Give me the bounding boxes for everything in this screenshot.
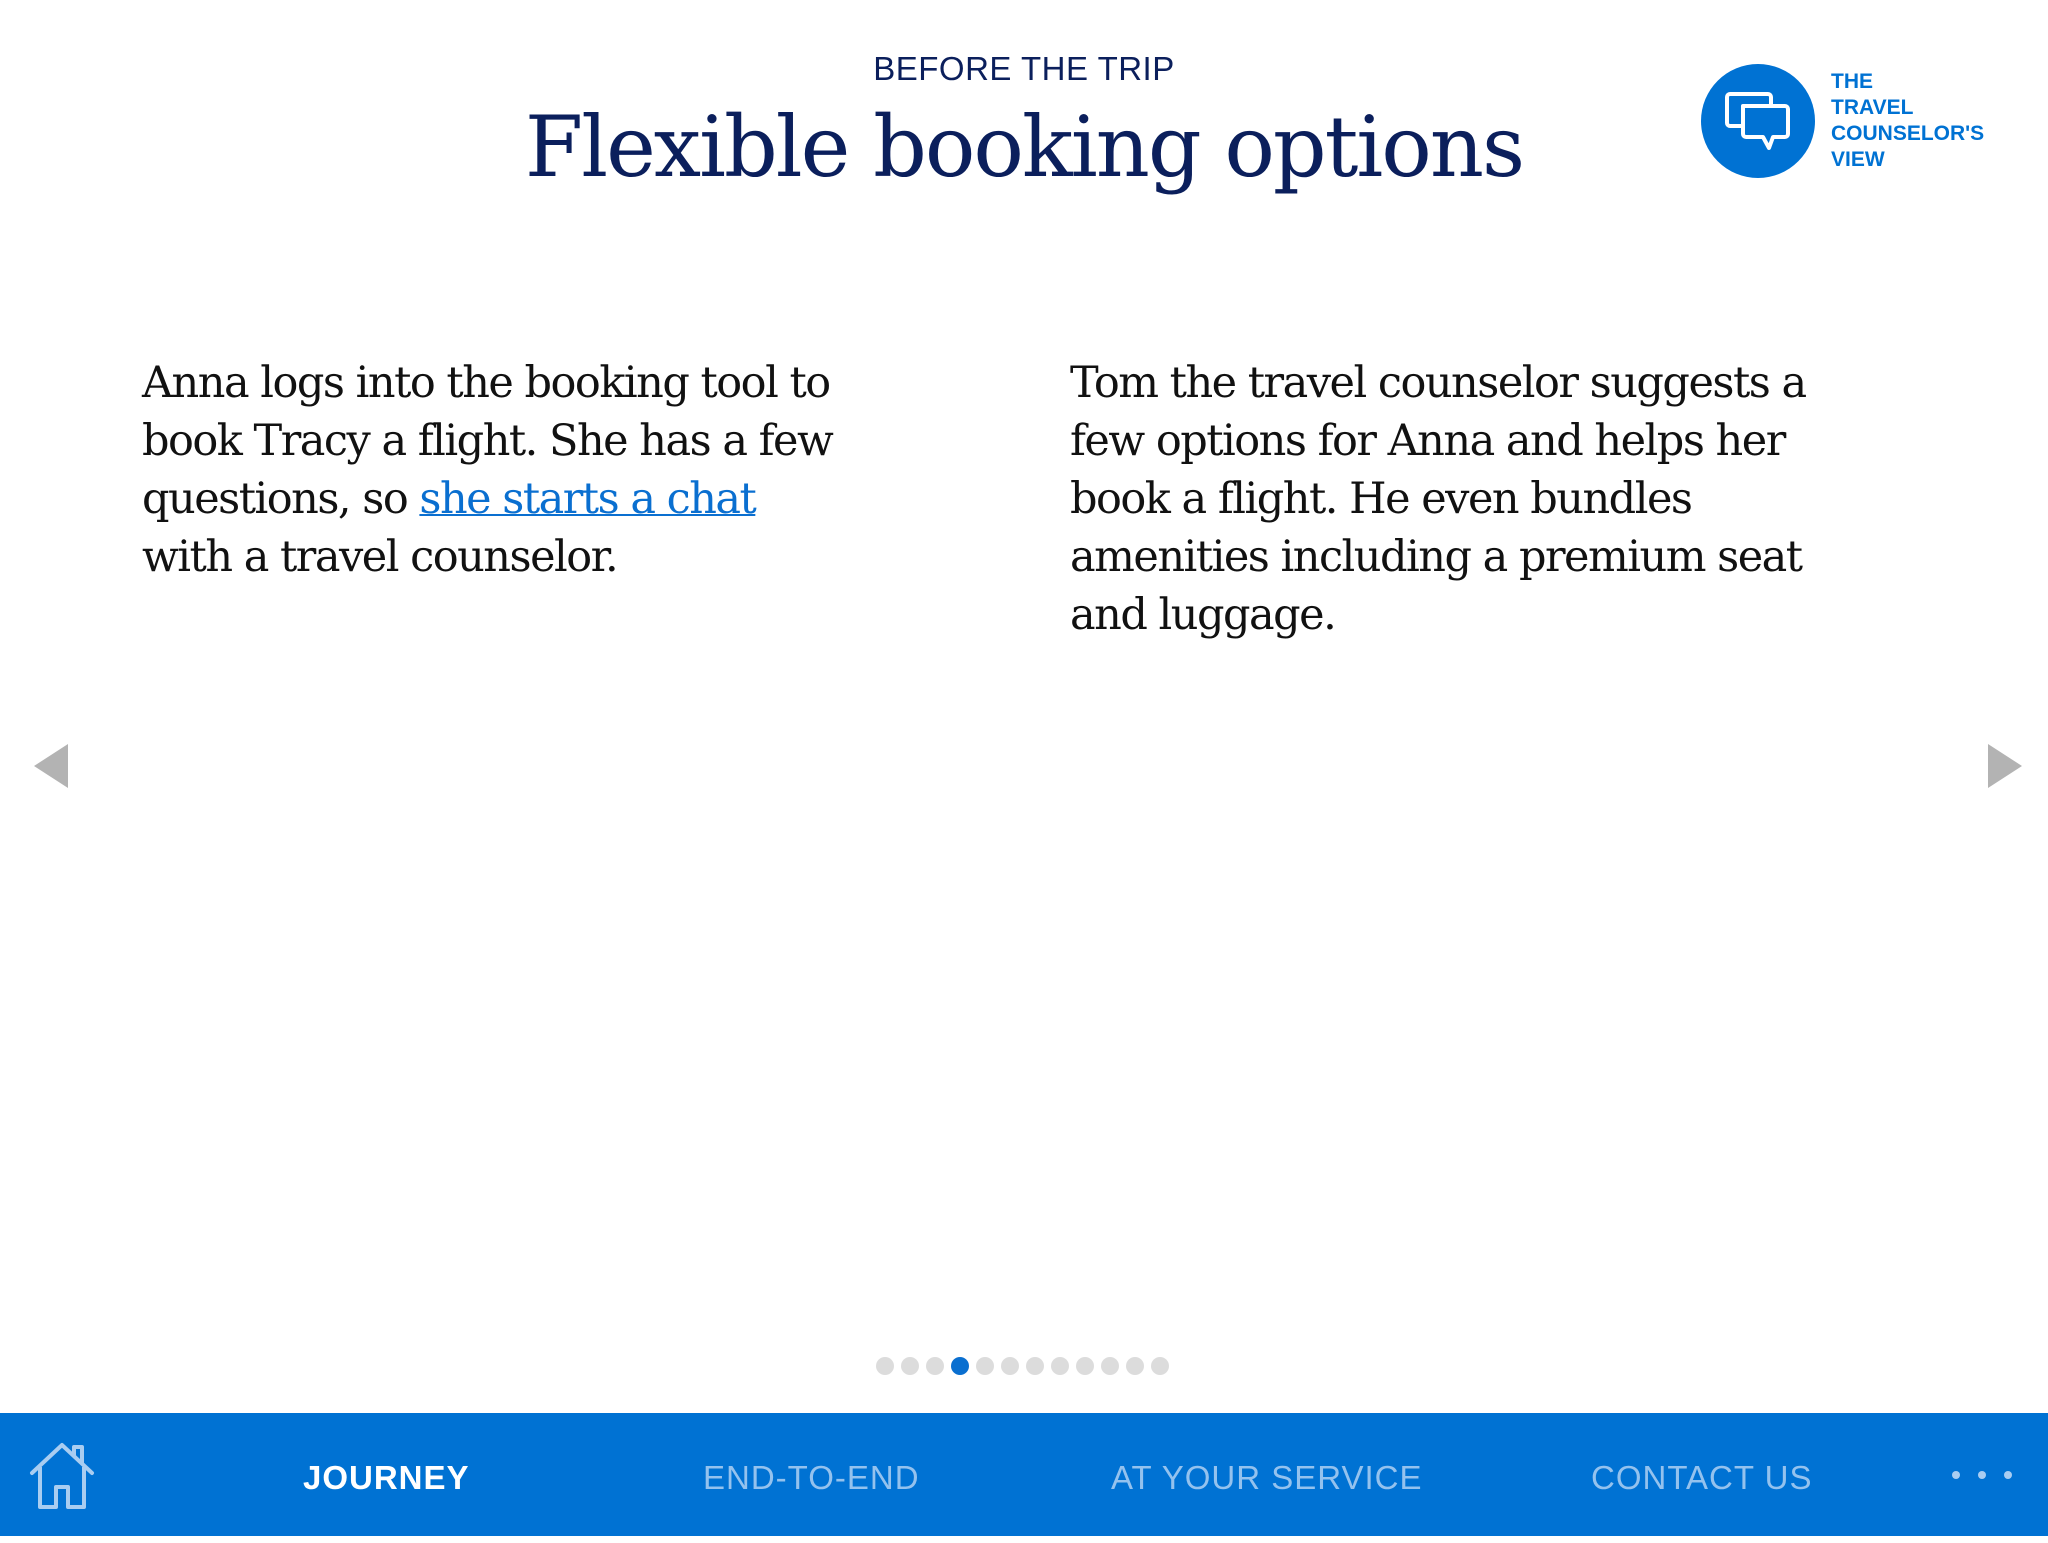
nav-journey[interactable]: JOURNEY <box>303 1413 470 1536</box>
home-icon[interactable] <box>26 1437 98 1513</box>
nav-contact-us[interactable]: CONTACT US <box>1591 1413 1812 1536</box>
badge-label: THE TRAVEL COUNSELOR'S VIEW <box>1831 69 2001 173</box>
slide-pager <box>876 1357 1169 1375</box>
next-slide-arrow-icon[interactable] <box>1988 744 2022 788</box>
badge-line: THE <box>1831 70 1873 93</box>
pager-dot[interactable] <box>976 1357 994 1375</box>
pager-dot[interactable] <box>901 1357 919 1375</box>
badge-line: TRAVEL <box>1831 96 1914 119</box>
badge-line: COUNSELOR'S <box>1831 122 1985 145</box>
pager-dot[interactable] <box>1076 1357 1094 1375</box>
pager-dot[interactable] <box>1151 1357 1169 1375</box>
tom-story-text: Tom the travel counselor suggests a few … <box>1070 358 1807 640</box>
pager-dot[interactable] <box>926 1357 944 1375</box>
chat-bubbles-icon <box>1701 64 1815 178</box>
pager-dot[interactable] <box>876 1357 894 1375</box>
bottom-navbar: JOURNEY END-TO-END AT YOUR SERVICE CONTA… <box>0 1413 2048 1536</box>
pager-dot[interactable] <box>1026 1357 1044 1375</box>
pager-dot[interactable] <box>951 1357 969 1375</box>
travel-counselor-view-button[interactable]: THE TRAVEL COUNSELOR'S VIEW <box>1701 64 2001 178</box>
anna-text-end: with a travel counselor. <box>142 532 619 582</box>
anna-story-text: Anna logs into the booking tool to book … <box>142 354 852 586</box>
badge-line: VIEW <box>1831 148 1885 171</box>
nav-at-your-service[interactable]: AT YOUR SERVICE <box>1111 1413 1422 1536</box>
pager-dot[interactable] <box>1126 1357 1144 1375</box>
pager-dot[interactable] <box>1051 1357 1069 1375</box>
more-dots-icon[interactable] <box>1952 1471 2012 1483</box>
nav-end-to-end[interactable]: END-TO-END <box>703 1413 920 1536</box>
pager-dot[interactable] <box>1101 1357 1119 1375</box>
start-chat-link[interactable]: she starts a chat <box>419 474 756 524</box>
pager-dot[interactable] <box>1001 1357 1019 1375</box>
previous-slide-arrow-icon[interactable] <box>34 744 68 788</box>
